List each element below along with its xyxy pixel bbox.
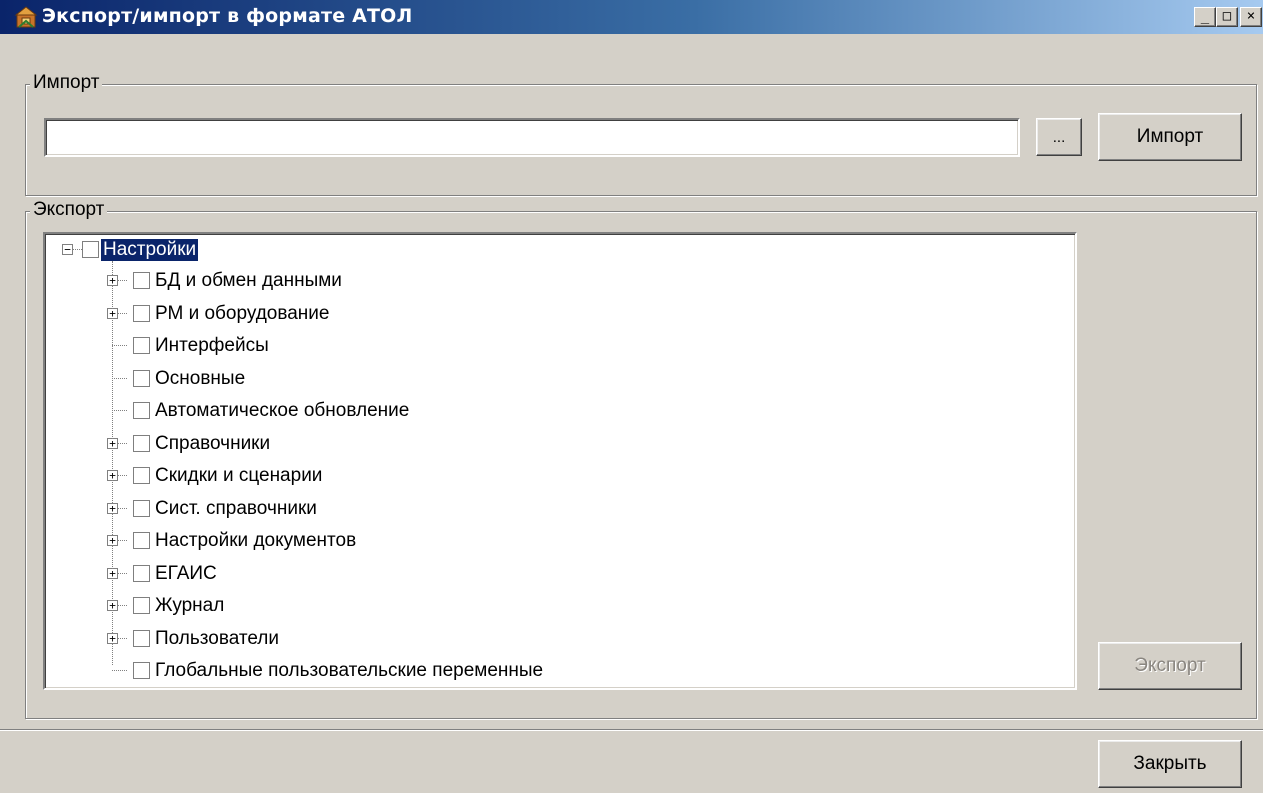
expand-icon[interactable]: + [107,568,118,579]
node-checkbox[interactable] [133,305,150,322]
close-icon: × [1246,8,1256,24]
tree-node-label: Сист. справочники [155,498,317,519]
root-checkbox[interactable] [82,241,99,258]
tree-connector [112,670,127,671]
tree-connector [118,540,127,541]
node-checkbox[interactable] [133,662,150,679]
expand-icon[interactable]: + [107,633,118,644]
tree-node-label: Настройки документов [155,530,357,551]
expand-icon[interactable]: + [107,308,118,319]
title-bar[interactable]: Экспорт/импорт в формате АТОЛ _ □ × [0,0,1263,34]
tree-node[interactable]: + Сист. справочники [45,493,1075,525]
export-button-label: Экспорт [1134,655,1206,676]
node-checkbox[interactable] [133,337,150,354]
export-group-label: Экспорт [30,200,108,220]
node-checkbox[interactable] [133,402,150,419]
tree-node[interactable]: + РМ и оборудование [45,298,1075,330]
tree-node-label: Автоматическое обновление [155,400,410,421]
tree-node[interactable]: + Журнал [45,590,1075,622]
tree-connector [73,249,82,250]
node-checkbox[interactable] [133,272,150,289]
node-checkbox[interactable] [133,435,150,452]
tree-node[interactable]: Глобальные пользовательские переменные [45,655,1075,687]
tree-node-label: Справочники [155,433,271,454]
node-checkbox[interactable] [133,565,150,582]
tree-node-label: Журнал [155,595,225,616]
browse-button[interactable]: ... [1036,118,1082,156]
tree-node-root[interactable]: − Настройки [45,234,1075,266]
maximize-icon: □ [1222,8,1232,24]
tree-node[interactable]: + Скидки и сценарии [45,460,1075,492]
node-checkbox[interactable] [133,500,150,517]
minimize-icon: _ [1200,8,1210,24]
tree-connector [118,605,127,606]
window-title: Экспорт/импорт в формате АТОЛ [42,5,413,27]
close-window-button[interactable]: × [1240,7,1262,27]
node-checkbox[interactable] [133,532,150,549]
footer-separator [0,729,1263,731]
export-button[interactable]: Экспорт [1098,642,1242,690]
node-checkbox[interactable] [133,467,150,484]
tree-connector [118,508,127,509]
tree-node[interactable]: Основные [45,363,1075,395]
expand-icon[interactable]: + [107,438,118,449]
tree-node[interactable]: Интерфейсы [45,330,1075,362]
settings-tree[interactable]: − Настройки + БД и обмен данными + РМ и обо… [43,232,1077,690]
node-checkbox[interactable] [133,370,150,387]
tree-node-label: Основные [155,368,246,389]
expand-icon[interactable]: + [107,275,118,286]
node-checkbox[interactable] [133,630,150,647]
tree-node[interactable]: + Пользователи [45,623,1075,655]
tree-node-label: Интерфейсы [155,335,269,356]
expand-icon[interactable]: + [107,535,118,546]
tree-connector [118,313,127,314]
tree-connector [118,638,127,639]
close-button[interactable]: Закрыть [1098,740,1242,788]
minimize-button[interactable]: _ [1194,7,1216,27]
expand-icon[interactable]: + [107,600,118,611]
browse-button-label: ... [1052,128,1066,146]
tree-connector [112,378,127,379]
tree-node-label: ЕГАИС [155,563,217,584]
maximize-button[interactable]: □ [1216,7,1238,27]
tree-connector [118,280,127,281]
import-group-label: Импорт [30,73,103,93]
tree-node[interactable]: + Справочники [45,428,1075,460]
tree-node[interactable]: + Настройки документов [45,525,1075,557]
tree-node-label: Пользователи [155,628,280,649]
tree-node[interactable]: Автоматическое обновление [45,395,1075,427]
close-button-label: Закрыть [1133,753,1207,774]
tree-connector [112,345,127,346]
tree-content: − Настройки + БД и обмен данными + РМ и обо… [45,234,1075,688]
tree-node-label: БД и обмен данными [155,270,342,291]
expand-icon[interactable]: + [107,503,118,514]
tree-connector [118,443,127,444]
expand-icon[interactable]: + [107,470,118,481]
tree-connector [118,475,127,476]
tree-node[interactable]: + ЕГАИС [45,558,1075,590]
tree-node-label: Настройки [101,239,199,261]
import-button[interactable]: Импорт [1098,113,1242,161]
import-path-input[interactable] [44,118,1020,157]
collapse-icon[interactable]: − [62,244,73,255]
tree-connector [112,410,127,411]
node-checkbox[interactable] [133,597,150,614]
tree-connector [118,573,127,574]
tree-node-label: Глобальные пользовательские переменные [155,660,544,681]
atol-app-icon [14,6,38,28]
tree-node-label: РМ и оборудование [155,303,330,324]
tree-node-label: Скидки и сценарии [155,465,323,486]
import-button-label: Импорт [1136,126,1204,147]
tree-node[interactable]: + БД и обмен данными [45,265,1075,297]
